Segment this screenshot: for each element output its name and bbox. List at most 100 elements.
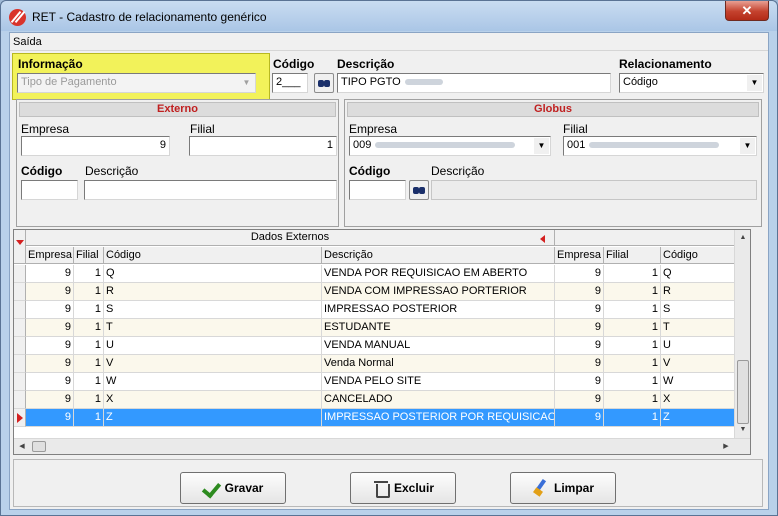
relacionamento-label: Relacionamento bbox=[619, 57, 712, 71]
scroll-left-icon[interactable]: ◀ bbox=[14, 439, 30, 454]
cell-globus-filial: 1 bbox=[604, 265, 661, 283]
chevron-down-icon: ▼ bbox=[534, 138, 549, 154]
row-indicator bbox=[14, 337, 26, 355]
horizontal-scrollbar[interactable]: ◀ ▶ bbox=[14, 438, 750, 454]
vertical-scroll-thumb[interactable] bbox=[737, 360, 749, 424]
col-descricao[interactable]: Descrição bbox=[322, 247, 555, 264]
trash-icon bbox=[372, 479, 390, 498]
table-row[interactable]: 9 1 Q VENDA POR REQUISICAO EM ABERTO 9 1… bbox=[14, 265, 736, 283]
table-row[interactable]: 9 1 V Venda Normal 9 1 V bbox=[14, 355, 736, 373]
table-row[interactable]: 9 1 X CANCELADO 9 1 X bbox=[14, 391, 736, 409]
table-row[interactable]: 9 1 W VENDA PELO SITE 9 1 W bbox=[14, 373, 736, 391]
globus-codigo-label: Código bbox=[349, 164, 391, 178]
externo-filial-label: Filial bbox=[190, 122, 215, 136]
cell-globus-empresa: 9 bbox=[555, 337, 604, 355]
group-header-row: Dados Externos bbox=[14, 230, 736, 246]
informacao-select[interactable]: Tipo de Pagamento ▼ bbox=[17, 73, 256, 93]
col-globus-codigo[interactable]: Código bbox=[661, 247, 736, 264]
cell-globus-codigo: V bbox=[661, 355, 736, 373]
group-header-dados-externos[interactable]: Dados Externos bbox=[26, 230, 555, 246]
globus-empresa-select[interactable]: 009 ▼ bbox=[349, 136, 551, 156]
search-codigo-button[interactable] bbox=[314, 73, 334, 93]
col-codigo[interactable]: Código bbox=[104, 247, 322, 264]
eraser-brush-icon bbox=[532, 479, 550, 497]
cell-globus-empresa: 9 bbox=[555, 409, 604, 427]
cell-descricao: VENDA MANUAL bbox=[322, 337, 555, 355]
cell-filial: 1 bbox=[74, 319, 104, 337]
cell-globus-codigo: Q bbox=[661, 265, 736, 283]
scroll-right-icon[interactable]: ▶ bbox=[718, 439, 734, 454]
globus-descricao-input bbox=[431, 180, 757, 200]
cell-descricao: Venda Normal bbox=[322, 355, 555, 373]
data-grid[interactable]: Dados Externos Empresa Filial Código Des… bbox=[13, 229, 751, 455]
globus-codigo-input[interactable] bbox=[349, 180, 406, 200]
close-button[interactable]: ✕ bbox=[725, 1, 769, 21]
row-indicator bbox=[14, 373, 26, 391]
externo-empresa-label: Empresa bbox=[21, 122, 70, 136]
cell-descricao: IMPRESSAO POSTERIOR bbox=[322, 301, 555, 319]
cell-descricao: ESTUDANTE bbox=[322, 319, 555, 337]
cell-empresa: 9 bbox=[26, 301, 74, 319]
cell-codigo: X bbox=[104, 391, 322, 409]
globus-filial-label: Filial bbox=[563, 122, 588, 136]
redacted-text bbox=[589, 142, 720, 149]
cell-filial: 1 bbox=[74, 301, 104, 319]
col-filial[interactable]: Filial bbox=[74, 247, 104, 264]
vertical-scrollbar[interactable]: ▲ ▼ bbox=[734, 230, 750, 438]
relacionamento-select[interactable]: Código ▼ bbox=[619, 73, 764, 93]
table-row[interactable]: 9 1 S IMPRESSAO POSTERIOR 9 1 S bbox=[14, 301, 736, 319]
externo-codigo-input[interactable] bbox=[21, 180, 78, 200]
app-window: RET - Cadastro de relacionamento genéric… bbox=[0, 0, 778, 516]
cell-descricao: VENDA PELO SITE bbox=[322, 373, 555, 391]
chevron-down-icon: ▼ bbox=[239, 75, 254, 91]
cell-globus-codigo: Z bbox=[661, 409, 736, 427]
limpar-button[interactable]: Limpar bbox=[510, 472, 616, 504]
externo-filial-input[interactable]: 1 bbox=[189, 136, 337, 156]
gravar-button[interactable]: Gravar bbox=[180, 472, 286, 504]
table-row[interactable]: 9 1 T ESTUDANTE 9 1 T bbox=[14, 319, 736, 337]
cell-globus-codigo: S bbox=[661, 301, 736, 319]
limpar-label: Limpar bbox=[553, 481, 594, 495]
cell-globus-filial: 1 bbox=[604, 337, 661, 355]
cell-globus-codigo: U bbox=[661, 337, 736, 355]
cell-codigo: S bbox=[104, 301, 322, 319]
col-globus-filial[interactable]: Filial bbox=[604, 247, 661, 264]
cell-empresa: 9 bbox=[26, 373, 74, 391]
cell-globus-empresa: 9 bbox=[555, 283, 604, 301]
table-row[interactable]: 9 1 U VENDA MANUAL 9 1 U bbox=[14, 337, 736, 355]
horizontal-scroll-thumb[interactable] bbox=[32, 441, 46, 452]
menu-bar: Saída bbox=[10, 33, 768, 51]
scroll-up-icon[interactable]: ▲ bbox=[735, 230, 750, 246]
scroll-down-icon[interactable]: ▼ bbox=[735, 422, 750, 438]
externo-empresa-input[interactable]: 9 bbox=[21, 136, 170, 156]
cell-codigo: Q bbox=[104, 265, 322, 283]
table-row-selected[interactable]: 9 1 Z IMPRESSAO POSTERIOR POR REQUISICAO… bbox=[14, 409, 736, 427]
cell-filial: 1 bbox=[74, 265, 104, 283]
excluir-button[interactable]: Excluir bbox=[350, 472, 456, 504]
cell-globus-empresa: 9 bbox=[555, 265, 604, 283]
cell-globus-filial: 1 bbox=[604, 319, 661, 337]
externo-descricao-input[interactable] bbox=[84, 180, 337, 200]
globus-filial-value: 001 bbox=[567, 139, 586, 151]
cell-filial: 1 bbox=[74, 391, 104, 409]
menu-saida[interactable]: Saída bbox=[13, 36, 42, 48]
table-row[interactable]: 9 1 R VENDA COM IMPRESSAO PORTERIOR 9 1 … bbox=[14, 283, 736, 301]
col-globus-empresa[interactable]: Empresa bbox=[555, 247, 604, 264]
redacted-text bbox=[375, 142, 516, 149]
row-indicator bbox=[14, 355, 26, 373]
globus-panel: Globus Empresa 009 ▼ Filial 001 ▼ Código… bbox=[344, 99, 762, 227]
globus-filial-select[interactable]: 001 ▼ bbox=[563, 136, 757, 156]
cell-globus-codigo: T bbox=[661, 319, 736, 337]
cell-globus-codigo: R bbox=[661, 283, 736, 301]
cell-empresa: 9 bbox=[26, 391, 74, 409]
descricao-input[interactable]: TIPO PGTO bbox=[337, 73, 611, 93]
cell-globus-empresa: 9 bbox=[555, 373, 604, 391]
binoculars-icon bbox=[413, 185, 425, 195]
externo-descricao-label: Descrição bbox=[85, 164, 139, 178]
cell-globus-empresa: 9 bbox=[555, 301, 604, 319]
codigo-input[interactable]: 2___ bbox=[272, 73, 308, 93]
col-empresa[interactable]: Empresa bbox=[26, 247, 74, 264]
cell-globus-filial: 1 bbox=[604, 301, 661, 319]
cell-globus-filial: 1 bbox=[604, 283, 661, 301]
search-globus-codigo-button[interactable] bbox=[409, 180, 429, 200]
